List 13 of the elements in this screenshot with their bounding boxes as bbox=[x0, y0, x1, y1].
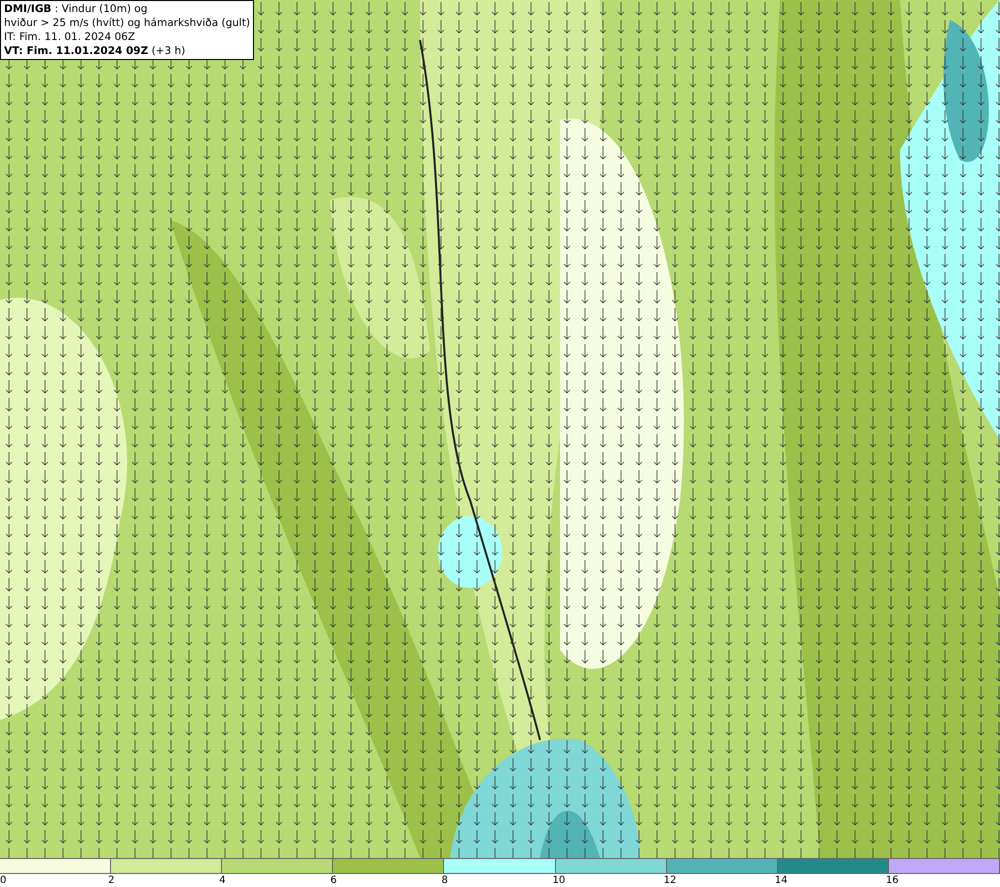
legend-tick-label: 16 bbox=[886, 874, 899, 887]
legend-tick-label: 14 bbox=[774, 874, 788, 887]
legend-tick-label: 4 bbox=[219, 874, 226, 887]
caption-line: DMI/IGB : Vindur (10m) og bbox=[4, 2, 148, 16]
legend-tick-label: 10 bbox=[552, 874, 566, 887]
legend-tick-label: 12 bbox=[664, 874, 676, 887]
caption-line: hviður > 25 m/s (hvítt) og hámarkshviða (gult) bbox=[4, 16, 250, 30]
caption-line: VT: Fim. 11.01.2024 09Z (+3 h) bbox=[4, 44, 186, 58]
legend-tick-label: 6 bbox=[330, 874, 337, 887]
caption-line: IT: Fim. 11. 01. 2024 06Z bbox=[4, 30, 136, 44]
legend-tick-label: 2 bbox=[108, 874, 114, 887]
legend-tick-label: 8 bbox=[441, 874, 448, 887]
legend-tick-label: 0 bbox=[0, 874, 6, 887]
